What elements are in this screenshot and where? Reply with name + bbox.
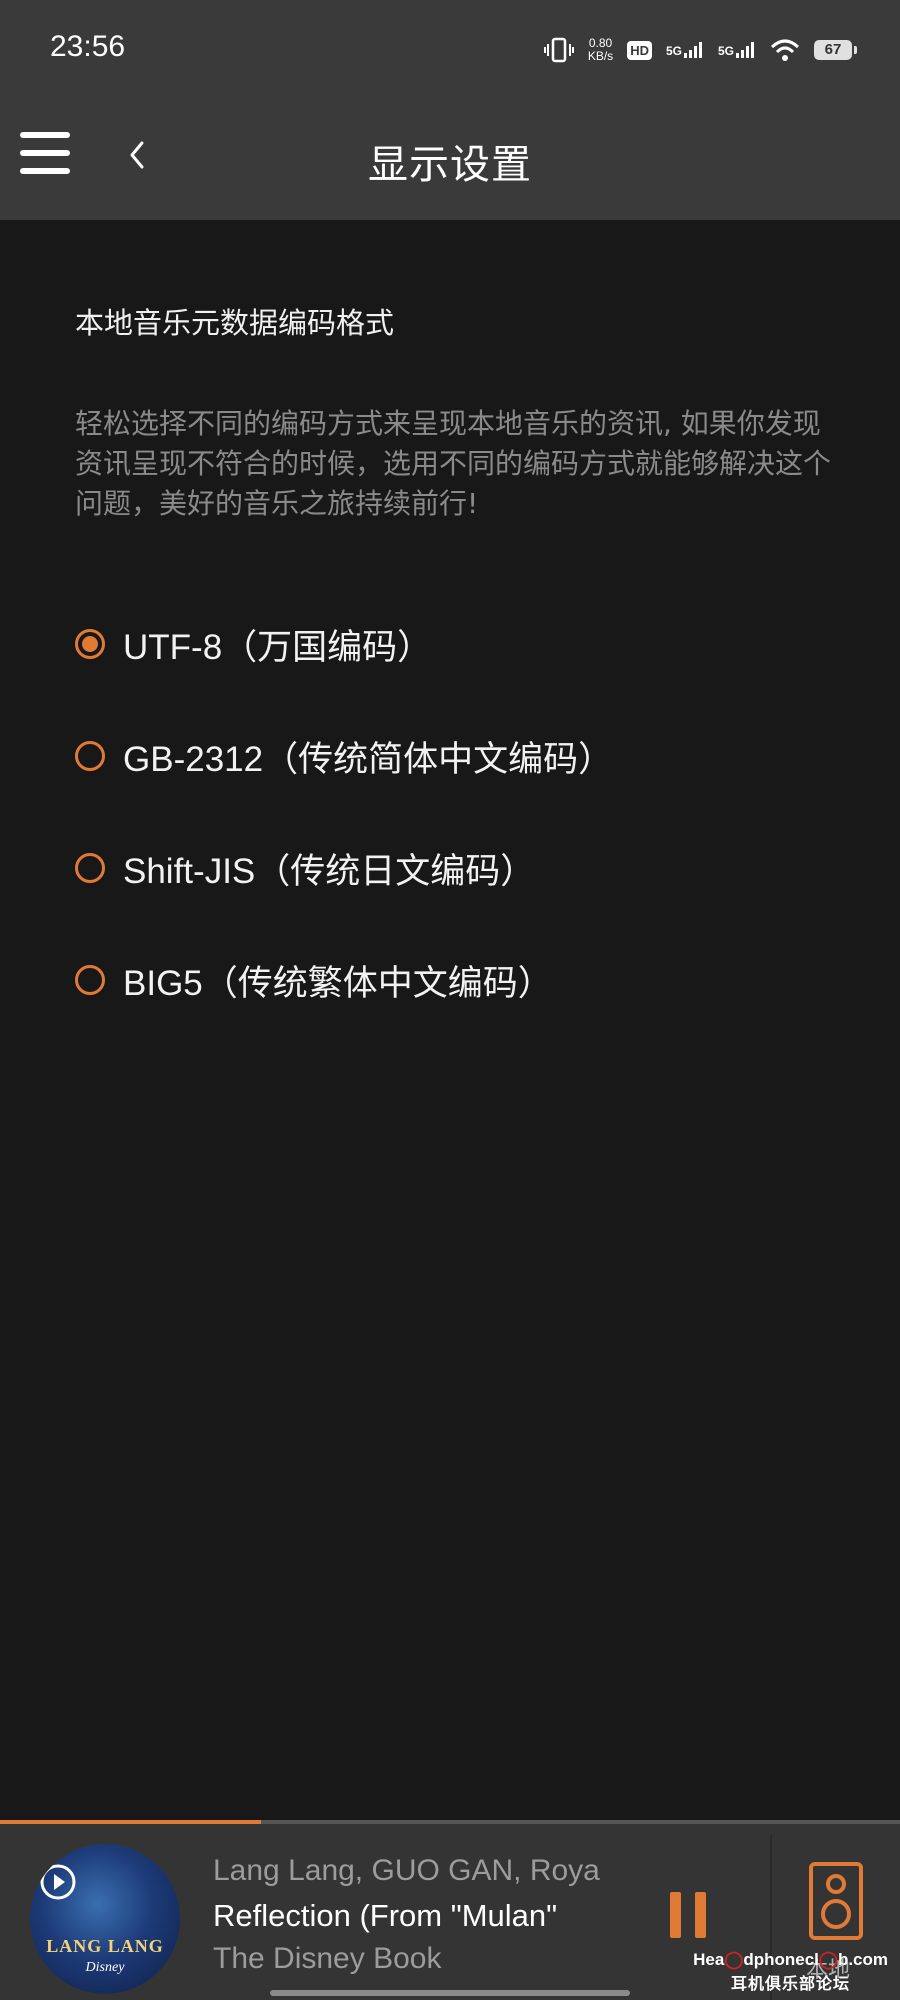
pause-button[interactable] — [670, 1892, 706, 1938]
page-title: 显示设置 — [368, 142, 532, 188]
home-indicator[interactable] — [270, 1990, 630, 1996]
progress-fill — [0, 1820, 261, 1824]
watermark-cn: 耳机俱乐部论坛 — [731, 1976, 851, 1993]
progress-bar[interactable] — [0, 1820, 900, 1824]
status-icons: 0.80 KB/s HD 5G 5G 67 — [543, 30, 857, 70]
battery-indicator: 67 — [814, 40, 857, 60]
option-big5[interactable]: BIG5（传统繁体中文编码） — [75, 924, 835, 1036]
radio-unselected-icon[interactable] — [75, 853, 105, 883]
option-gb2312[interactable]: GB-2312（传统简体中文编码） — [75, 700, 835, 812]
radio-unselected-icon[interactable] — [75, 965, 105, 995]
net-speed: 0.80 KB/s — [588, 37, 613, 63]
status-bar: 23:56 0.80 KB/s HD 5G 5G 67 — [0, 0, 900, 100]
watermark-brand-mid: dphonecl — [743, 1950, 819, 1969]
track-info[interactable]: Lang Lang, GUO GAN, Roya Reflection (Fro… — [213, 1854, 603, 1986]
vibrate-icon — [543, 37, 574, 63]
album-art-text: LANG LANG — [46, 1936, 164, 1956]
pause-bar-icon — [695, 1892, 706, 1938]
track-album: The Disney Book — [213, 1942, 442, 1975]
section-description: 轻松选择不同的编码方式来呈现本地音乐的资讯, 如果你发现资讯呈现不符合的时候，选… — [75, 407, 832, 520]
watermark-brand-right: b.com — [837, 1950, 888, 1969]
option-label: Shift-JIS（传统日文编码） — [123, 851, 536, 891]
encoding-options: UTF-8（万国编码） GB-2312（传统简体中文编码） Shift-JIS（… — [75, 588, 835, 1036]
track-artist: Lang Lang, GUO GAN, Roya — [213, 1854, 600, 1887]
signal-bars-icon — [736, 42, 754, 58]
play-badge-icon — [40, 1864, 76, 1900]
pause-bar-icon — [670, 1892, 681, 1938]
option-utf8[interactable]: UTF-8（万国编码） — [75, 588, 835, 700]
section-title: 本地音乐元数据编码格式 — [75, 306, 395, 340]
forum-watermark: Hea◯dphonecl◯b.com 耳机俱乐部论坛 — [693, 1950, 888, 1994]
sim1-label: 5G — [665, 44, 682, 58]
option-label: GB-2312（传统简体中文编码） — [123, 739, 614, 779]
speaker-icon[interactable] — [805, 1860, 867, 1950]
radio-unselected-icon[interactable] — [75, 741, 105, 771]
album-art[interactable]: LANG LANG Disney — [30, 1844, 180, 1994]
signal-bars-icon — [683, 42, 702, 58]
option-label: BIG5（传统繁体中文编码） — [123, 963, 553, 1003]
net-speed-unit: KB/s — [587, 49, 614, 63]
signal-sim1: 5G — [666, 42, 704, 58]
hd-badge: HD — [627, 40, 652, 60]
wifi-icon — [770, 39, 800, 61]
headphone-logo-icon: ◯ — [724, 1950, 744, 1969]
album-art-subtext: Disney — [85, 1960, 125, 1975]
watermark-brand-left: Hea — [693, 1950, 725, 1969]
headphone-logo-icon: ◯ — [818, 1950, 838, 1969]
track-title: Reflection (From "Mulan" — [213, 1898, 558, 1933]
sim2-label: 5G — [717, 44, 734, 58]
settings-content: 本地音乐元数据编码格式 轻松选择不同的编码方式来呈现本地音乐的资讯, 如果你发现… — [75, 220, 835, 1036]
radio-selected-icon[interactable] — [75, 629, 105, 659]
option-shift-jis[interactable]: Shift-JIS（传统日文编码） — [75, 812, 835, 924]
status-time: 23:56 — [50, 30, 126, 63]
option-label: UTF-8（万国编码） — [123, 627, 433, 667]
app-header: 显示设置 — [0, 100, 900, 220]
signal-sim2: 5G — [718, 42, 756, 58]
